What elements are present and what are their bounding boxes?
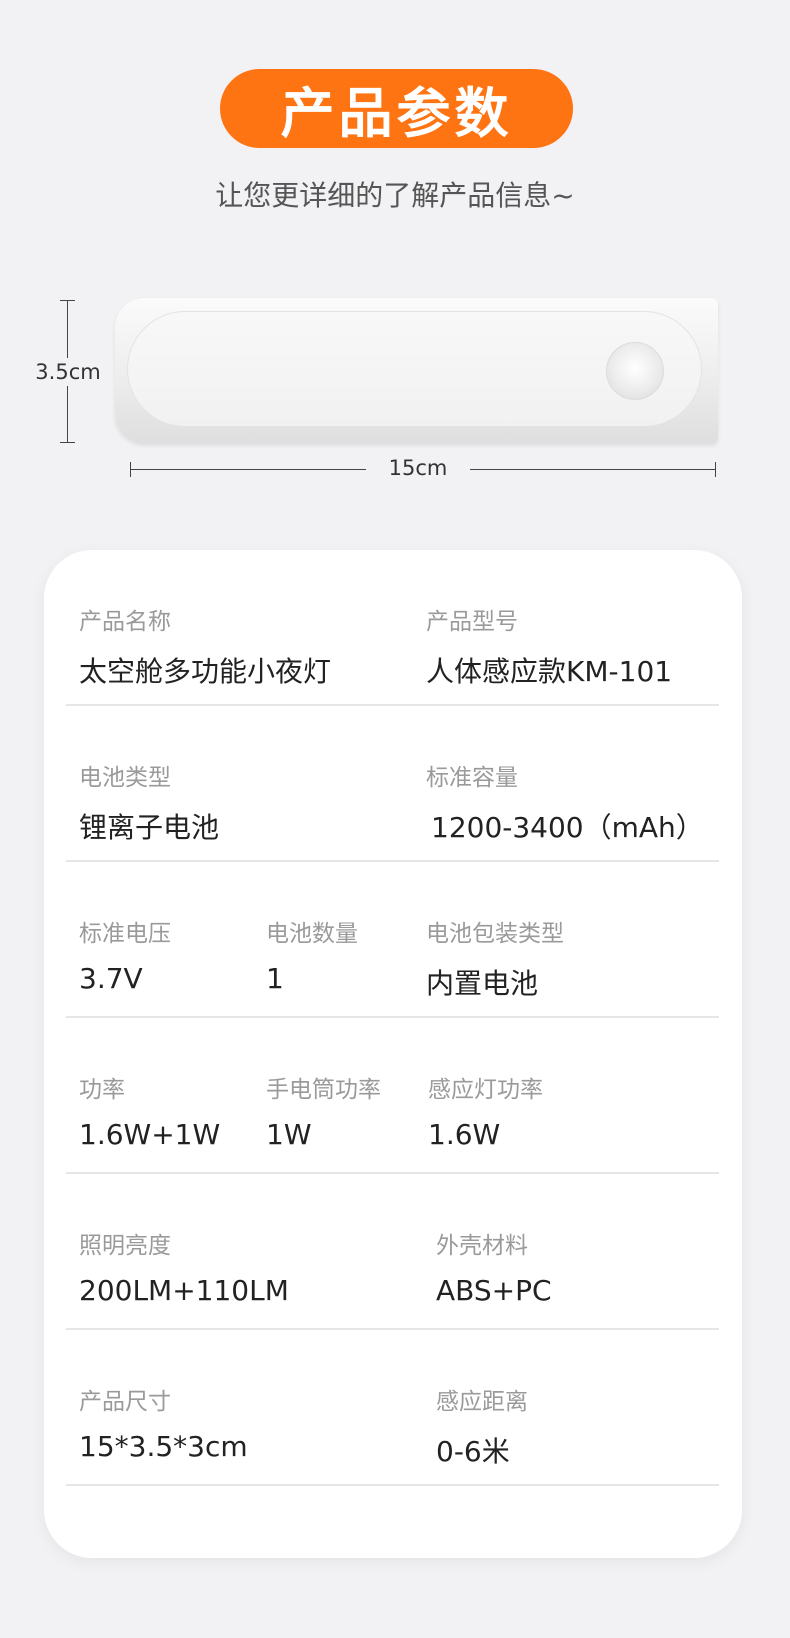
spec-label: 外壳材料 xyxy=(436,1233,528,1259)
spec-value: 15*3.5*3cm xyxy=(79,1430,248,1463)
product-image xyxy=(115,298,718,444)
width-dimension-line-left xyxy=(130,469,366,470)
page-title: 产品参数 xyxy=(220,69,573,148)
spec-label: 产品尺寸 xyxy=(79,1389,171,1415)
spec-label: 感应灯功率 xyxy=(428,1077,543,1103)
page-subtitle: 让您更详细的了解产品信息~ xyxy=(215,179,575,212)
spec-value: 1.6W xyxy=(428,1118,501,1151)
spec-value: 人体感应款KM-101 xyxy=(426,655,673,688)
spec-label: 手电筒功率 xyxy=(266,1077,381,1103)
width-dimension-label: 15cm xyxy=(388,456,448,480)
spec-label: 产品型号 xyxy=(426,609,518,635)
spec-value: 太空舱多功能小夜灯 xyxy=(79,655,332,688)
spec-label: 电池数量 xyxy=(266,921,358,947)
spec-value: 200LM+110LM xyxy=(79,1274,289,1307)
height-dimension-cap-top xyxy=(60,300,75,301)
spec-label: 电池包装类型 xyxy=(426,921,564,947)
motion-sensor-icon xyxy=(606,342,664,400)
spec-card: 产品名称 太空舱多功能小夜灯 产品型号 人体感应款KM-101 电池类型 锂离子… xyxy=(44,550,742,1558)
spec-label: 照明亮度 xyxy=(79,1233,171,1259)
spec-label: 电池类型 xyxy=(79,765,171,791)
spec-value: 锂离子电池 xyxy=(79,811,220,844)
spec-row: 功率 1.6W+1W 手电筒功率 1W 感应灯功率 1.6W xyxy=(66,1018,719,1174)
spec-row: 照明亮度 200LM+110LM 外壳材料 ABS+PC xyxy=(66,1174,719,1330)
spec-value: 1 xyxy=(266,962,284,995)
spec-value: 1.6W+1W xyxy=(79,1118,221,1151)
product-light-panel xyxy=(127,311,702,427)
spec-value: 1200-3400（mAh） xyxy=(431,811,704,844)
spec-row: 电池类型 锂离子电池 标准容量 1200-3400（mAh） xyxy=(66,706,719,862)
spec-label: 标准电压 xyxy=(79,921,171,947)
spec-value: 内置电池 xyxy=(426,967,539,1000)
width-dimension-line-right xyxy=(470,469,716,470)
height-dimension-cap-bottom xyxy=(60,442,75,443)
spec-label: 产品名称 xyxy=(79,609,171,635)
height-dimension-label: 3.5cm xyxy=(30,358,106,386)
spec-value: 0-6米 xyxy=(436,1435,510,1468)
spec-row: 标准电压 3.7V 电池数量 1 电池包装类型 内置电池 xyxy=(66,862,719,1018)
spec-value: ABS+PC xyxy=(436,1274,552,1307)
spec-row: 产品尺寸 15*3.5*3cm 感应距离 0-6米 xyxy=(66,1330,719,1486)
spec-label: 功率 xyxy=(79,1077,125,1103)
spec-row: 产品名称 太空舱多功能小夜灯 产品型号 人体感应款KM-101 xyxy=(66,550,719,706)
spec-value: 1W xyxy=(266,1118,312,1151)
spec-label: 感应距离 xyxy=(436,1389,528,1415)
width-dimension-cap-right xyxy=(715,462,716,477)
spec-value: 3.7V xyxy=(79,962,143,995)
width-dimension-cap-left xyxy=(130,462,131,477)
spec-label: 标准容量 xyxy=(426,765,518,791)
